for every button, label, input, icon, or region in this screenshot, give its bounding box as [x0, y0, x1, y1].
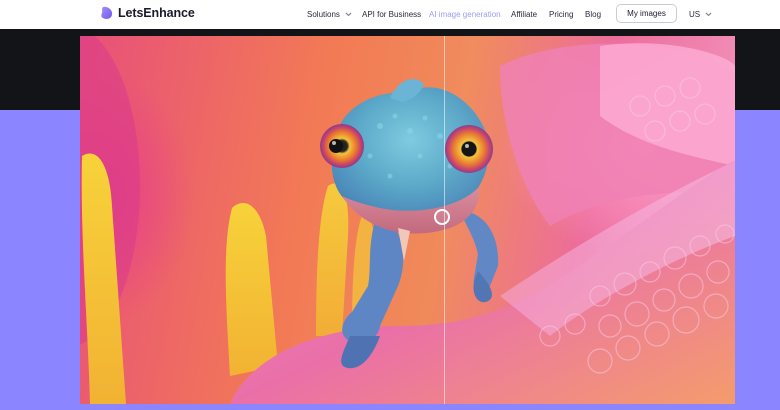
nav-pricing-label: Pricing	[549, 10, 574, 19]
nav-solutions-label: Solutions	[307, 10, 340, 19]
letsenhance-logo-icon	[101, 6, 113, 19]
nav-api-for-business[interactable]: API for Business	[362, 0, 421, 29]
enhanced-side	[445, 36, 735, 404]
my-images-button[interactable]: My images	[616, 4, 677, 23]
brand-name: LetsEnhance	[118, 6, 195, 20]
chevron-down-icon	[345, 12, 352, 17]
nav-blog-label: Blog	[585, 10, 602, 19]
brand-logo[interactable]: LetsEnhance	[100, 6, 195, 20]
nav-affiliate[interactable]: Affiliate	[511, 0, 537, 29]
nav-blog[interactable]: Blog	[585, 0, 601, 29]
nav-solutions[interactable]: Solutions	[307, 0, 352, 29]
nav-api-label: API for Business	[362, 10, 422, 19]
nav-affiliate-label: Affiliate	[511, 10, 538, 19]
before-after-comparison[interactable]	[80, 36, 735, 404]
circle-handle-icon[interactable]	[434, 209, 450, 225]
language-label: US	[689, 10, 701, 19]
nav-ai-image-generation[interactable]: AI image generation	[429, 0, 501, 29]
language-selector[interactable]: US	[689, 0, 712, 29]
chevron-down-icon	[705, 12, 712, 17]
nav-ai-generation-label: AI image generation	[429, 10, 501, 19]
top-navbar: LetsEnhance Solutions API for Business A…	[0, 0, 780, 29]
nav-pricing[interactable]: Pricing	[549, 0, 573, 29]
